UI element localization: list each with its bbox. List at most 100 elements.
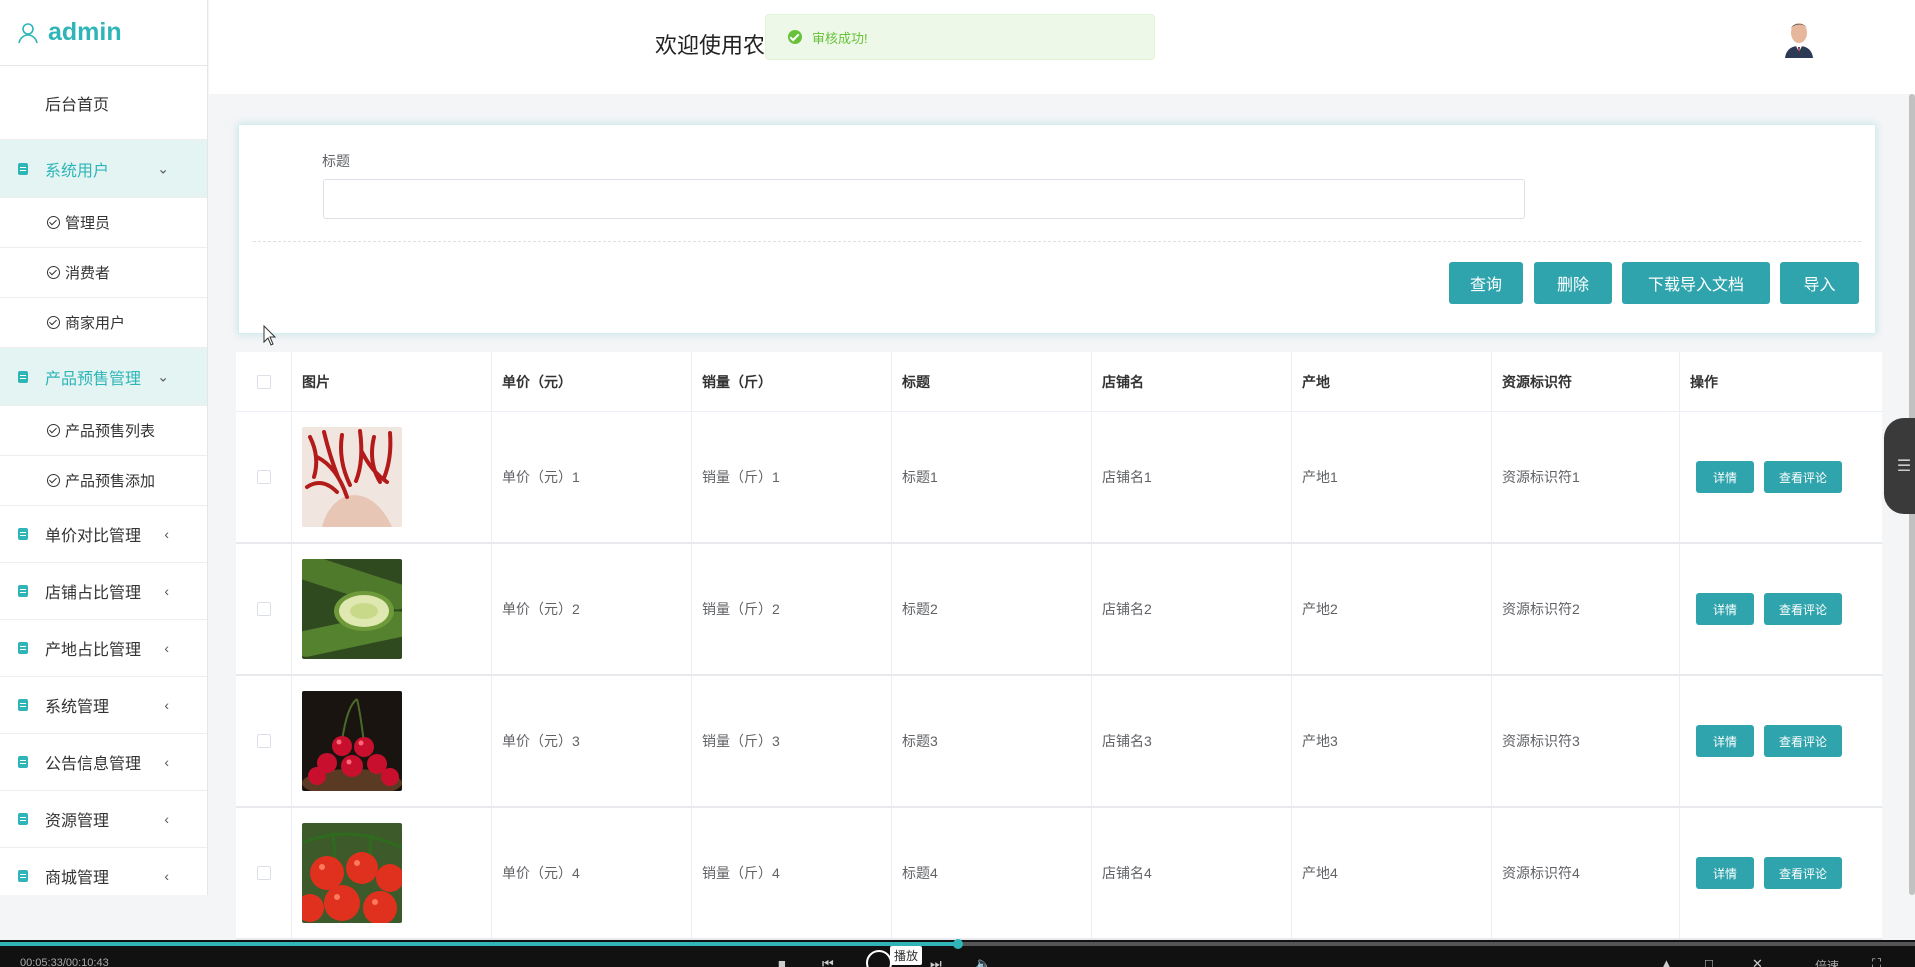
price-cell: 单价（元）4 xyxy=(492,808,692,938)
table-row: 单价（元）1 销量（斤）1 标题1 店铺名1 产地1 资源标识符1 详情 查看评… xyxy=(236,412,1882,544)
close-icon[interactable]: ✕ xyxy=(1752,956,1763,967)
chevron-left-icon: ‹ xyxy=(164,868,169,884)
document-icon xyxy=(18,585,28,597)
row-select-cell xyxy=(236,412,292,542)
sidebar-group-price-compare[interactable]: 单价对比管理 ‹ xyxy=(0,506,207,563)
sidebar-group-mall[interactable]: 商城管理 ‹ xyxy=(0,848,207,895)
detail-button[interactable]: 详情 xyxy=(1696,725,1754,757)
sidebar-item-presale-list[interactable]: 产品预售列表 xyxy=(0,406,207,456)
column-header[interactable]: 销量（斤） xyxy=(692,352,892,411)
select-all-checkbox[interactable] xyxy=(256,374,271,389)
view-comments-button[interactable]: 查看评论 xyxy=(1764,725,1842,757)
row-checkbox[interactable] xyxy=(256,866,271,880)
sidebar-item-label: 管理员 xyxy=(65,215,111,232)
sidebar-item-merchant[interactable]: 商家用户 xyxy=(0,298,207,348)
actions-cell: 详情 查看评论 xyxy=(1680,412,1882,542)
next-icon[interactable]: ⏭ xyxy=(930,956,942,967)
fullscreen-icon[interactable]: ⛶ xyxy=(1872,956,1881,967)
sidebar-group-resource[interactable]: 资源管理 ‹ xyxy=(0,791,207,848)
sidebar-group-presale[interactable]: 产品预售管理 ⌄ xyxy=(0,348,207,406)
origin-cell: 产地4 xyxy=(1292,808,1492,938)
sidebar-item-admin[interactable]: 管理员 xyxy=(0,198,207,248)
playback-rate[interactable]: 倍速 xyxy=(1815,957,1839,967)
toast-message: 审核成功! xyxy=(812,30,868,46)
title-cell: 标题3 xyxy=(892,676,1092,806)
avatar[interactable] xyxy=(1781,16,1817,58)
check-circle-icon xyxy=(47,216,60,229)
sidebar-item-home[interactable]: 后台首页 xyxy=(0,66,207,140)
row-checkbox[interactable] xyxy=(256,602,271,616)
sidebar-group-origin-share[interactable]: 产地占比管理 ‹ xyxy=(0,620,207,677)
delete-button[interactable]: 删除 xyxy=(1534,262,1612,304)
product-image-cherry[interactable] xyxy=(302,691,402,791)
detail-button[interactable]: 详情 xyxy=(1696,857,1754,889)
sidebar-item-label: 产品预售列表 xyxy=(65,423,156,440)
sidebar-item-presale-add[interactable]: 产品预售添加 xyxy=(0,456,207,506)
column-header[interactable]: 单价（元） xyxy=(492,352,692,411)
sales-cell: 销量（斤）4 xyxy=(692,808,892,938)
top-header: 欢迎使用农 审核成功! xyxy=(209,0,1915,94)
product-image-tomato[interactable] xyxy=(302,823,402,923)
floating-menu-tab[interactable]: ☰ xyxy=(1884,418,1915,514)
sidebar: admin 后台首页 系统用户 ⌄ 管理员 消费者 商家用户 产品预售管理 ⌄ … xyxy=(0,0,208,895)
image-cell xyxy=(292,676,492,806)
query-button[interactable]: 查询 xyxy=(1449,262,1523,304)
check-circle-icon xyxy=(47,474,60,487)
column-header[interactable]: 标题 xyxy=(892,352,1092,411)
shop-cell: 店铺名2 xyxy=(1092,544,1292,674)
view-comments-button[interactable]: 查看评论 xyxy=(1764,593,1842,625)
table-row: 单价（元）4 销量（斤）4 标题4 店铺名4 产地4 资源标识符4 详情 查看评… xyxy=(236,808,1882,940)
sidebar-group-label: 系统用户 xyxy=(45,162,110,180)
title-field-label: 标题 xyxy=(322,153,350,169)
column-header[interactable]: 店铺名 xyxy=(1092,352,1292,411)
sidebar-group-notice[interactable]: 公告信息管理 ‹ xyxy=(0,734,207,791)
chevron-left-icon: ‹ xyxy=(164,754,169,770)
volume-icon[interactable]: 🔈 xyxy=(975,956,991,967)
sidebar-group-system-users[interactable]: 系统用户 ⌄ xyxy=(0,140,207,198)
download-template-button[interactable]: 下载导入文档 xyxy=(1622,262,1770,304)
image-cell xyxy=(292,808,492,938)
image-cell xyxy=(292,544,492,674)
mouse-cursor-icon xyxy=(263,325,277,346)
column-header[interactable]: 资源标识符 xyxy=(1492,352,1680,411)
column-header: 操作 xyxy=(1690,373,1718,390)
sidebar-group-label: 产地占比管理 xyxy=(45,642,142,659)
row-checkbox[interactable] xyxy=(256,734,271,748)
sidebar-item-consumer[interactable]: 消费者 xyxy=(0,248,207,298)
detail-button[interactable]: 详情 xyxy=(1696,593,1754,625)
product-image-cucumber[interactable] xyxy=(302,559,402,659)
title-search-input[interactable] xyxy=(323,179,1525,219)
product-image-chili[interactable] xyxy=(302,427,402,527)
price-cell: 单价（元）1 xyxy=(492,412,692,542)
price-cell: 单价（元）3 xyxy=(492,676,692,806)
sidebar-group-shop-share[interactable]: 店铺占比管理 ‹ xyxy=(0,563,207,620)
actions-cell: 详情 查看评论 xyxy=(1680,676,1882,806)
view-comments-button[interactable]: 查看评论 xyxy=(1764,461,1842,493)
sales-cell: 销量（斤）1 xyxy=(692,412,892,542)
previous-icon[interactable]: ⏮ xyxy=(822,956,834,967)
sidebar-group-label: 系统管理 xyxy=(45,699,110,716)
column-header[interactable]: 产地 xyxy=(1292,352,1492,411)
import-button[interactable]: 导入 xyxy=(1780,262,1859,304)
table-row: 单价（元）2 销量（斤）2 标题2 店铺名2 产地2 资源标识符2 详情 查看评… xyxy=(236,544,1882,676)
pin-icon[interactable]: ▲ xyxy=(1660,956,1673,967)
chevron-left-icon: ‹ xyxy=(164,640,169,656)
crop-icon[interactable]: □ xyxy=(1705,956,1713,967)
presale-table: 图片 单价（元） 销量（斤） 标题 店铺名 产地 资源标识符 操作 单价（元）1… xyxy=(236,352,1882,940)
view-comments-button[interactable]: 查看评论 xyxy=(1764,857,1842,889)
actions-cell: 详情 查看评论 xyxy=(1680,808,1882,938)
document-icon xyxy=(18,699,28,711)
sidebar-group-label: 资源管理 xyxy=(45,813,110,830)
row-checkbox[interactable] xyxy=(256,470,271,484)
document-icon xyxy=(18,756,28,768)
column-header: 图片 xyxy=(292,352,492,411)
stop-icon[interactable]: ■ xyxy=(778,956,786,967)
video-progress-handle[interactable] xyxy=(952,939,963,949)
sidebar-group-system[interactable]: 系统管理 ‹ xyxy=(0,677,207,734)
sidebar-group-label: 店铺占比管理 xyxy=(45,585,142,602)
document-icon xyxy=(18,813,28,825)
detail-button[interactable]: 详情 xyxy=(1696,461,1754,493)
chevron-left-icon: ‹ xyxy=(164,583,169,599)
welcome-text: 欢迎使用农 xyxy=(655,33,766,58)
sidebar-item-label: 产品预售添加 xyxy=(65,473,156,490)
